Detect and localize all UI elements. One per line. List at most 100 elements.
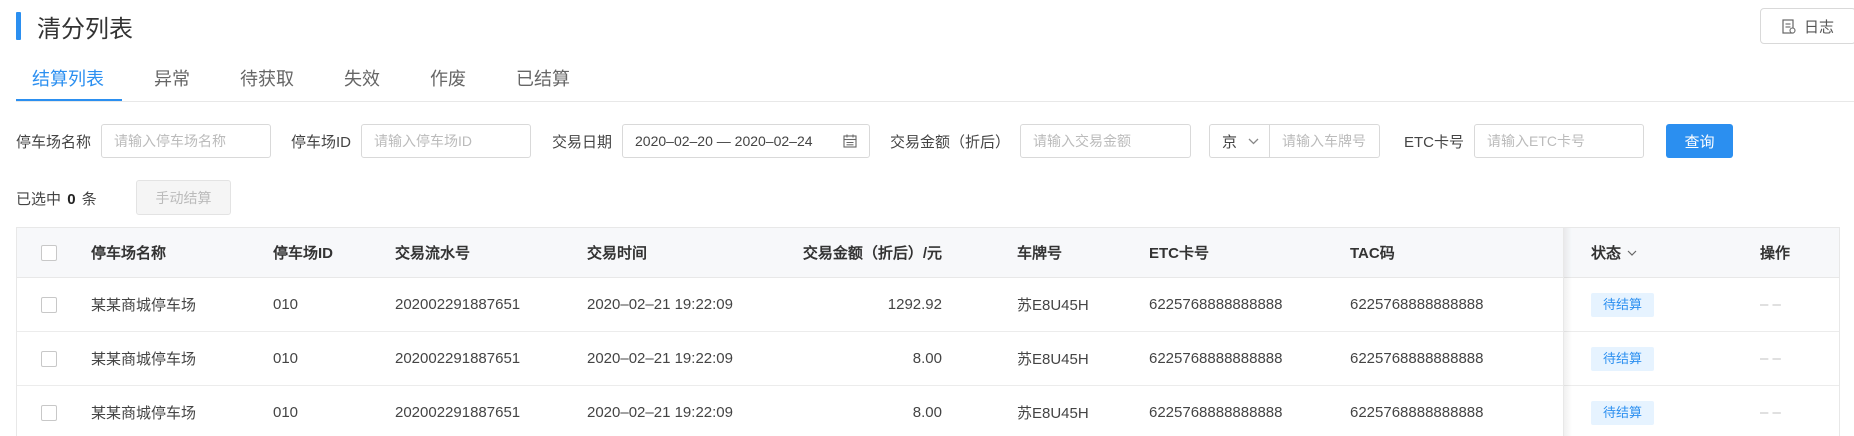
cell-tac: 6225768888888888	[1350, 350, 1484, 367]
tab-bar: 结算列表 异常 待获取 失效 作废 已结算	[16, 60, 588, 102]
cell-plate: 苏E8U45H	[1017, 405, 1089, 422]
parking-name-input[interactable]: 请输入停车场名称	[101, 124, 272, 158]
filter-parking-id: 停车场ID 请输入停车场ID	[291, 124, 532, 158]
plate-province-select[interactable]: 京	[1209, 124, 1269, 158]
chevron-down-icon	[1248, 138, 1259, 144]
col-plate: 车牌号	[1017, 245, 1063, 262]
query-button[interactable]: 查询	[1666, 124, 1733, 158]
parking-id-label: 停车场ID	[291, 133, 352, 151]
selected-suffix: 条	[81, 191, 97, 208]
cell-trade-time: 2020–02–21 19:22:09	[587, 296, 733, 313]
col-operation: 操作	[1760, 245, 1791, 262]
cell-parking-id: 010	[273, 296, 299, 313]
cell-parking-id: 010	[273, 404, 299, 421]
col-parking-id: 停车场ID	[273, 245, 334, 262]
row-checkbox[interactable]	[41, 296, 57, 313]
cell-plate: 苏E8U45H	[1017, 297, 1089, 314]
amount-label: 交易金额（折后）	[890, 133, 1011, 151]
row-checkbox-cell	[41, 386, 57, 436]
cell-status: 待结算	[1591, 332, 1655, 385]
table-row: 某某商城停车场 010 202002291887651 2020–02–21 1…	[17, 386, 1839, 436]
selected-prefix: 已选中	[16, 191, 62, 208]
cell-operation: – –	[1760, 404, 1781, 421]
cell-tac: 6225768888888888	[1350, 404, 1484, 421]
cell-status: 待结算	[1591, 278, 1655, 331]
row-checkbox-cell	[41, 332, 57, 385]
select-all-checkbox[interactable]	[41, 244, 57, 261]
cell-etc: 6225768888888888	[1149, 296, 1283, 313]
tab-exception[interactable]: 异常	[136, 60, 208, 102]
plate-province-value: 京	[1222, 133, 1238, 151]
cell-operation: – –	[1760, 296, 1781, 313]
cell-amount: 8.00	[912, 404, 942, 421]
row-checkbox[interactable]	[41, 404, 57, 421]
settlement-table: 停车场名称 停车场ID 交易流水号 交易时间 交易金额（折后）/元 车牌号 ET…	[16, 227, 1840, 436]
document-icon	[1782, 18, 1796, 34]
cell-plate: 苏E8U45H	[1017, 351, 1089, 368]
cell-amount: 1292.92	[887, 296, 942, 313]
amount-input[interactable]: 请输入交易金额	[1020, 124, 1192, 158]
cell-parking-name: 某某商城停车场	[91, 405, 197, 422]
tab-invalid[interactable]: 失效	[326, 60, 398, 102]
trade-date-value: 2020–02–20 — 2020–02–24	[635, 133, 813, 149]
trade-date-label: 交易日期	[552, 133, 613, 151]
tab-voided[interactable]: 作废	[412, 60, 484, 102]
filter-trade-date: 交易日期 2020–02–20 — 2020–02–24	[552, 124, 871, 158]
trade-date-range-input[interactable]: 2020–02–20 — 2020–02–24	[622, 124, 871, 158]
tab-pending-fetch[interactable]: 待获取	[222, 60, 312, 102]
parking-id-input[interactable]: 请输入停车场ID	[361, 124, 532, 158]
status-badge: 待结算	[1591, 292, 1655, 317]
tabs-divider	[16, 101, 1854, 102]
manual-settle-button[interactable]: 手动结算	[136, 180, 231, 215]
etc-input[interactable]: 请输入ETC卡号	[1474, 124, 1645, 158]
filter-plate: 京 请输入车牌号	[1209, 124, 1380, 158]
cell-tac: 6225768888888888	[1350, 296, 1484, 313]
chevron-down-icon	[1627, 250, 1637, 256]
row-checkbox-cell	[41, 278, 57, 331]
etc-label: ETC卡号	[1404, 133, 1465, 151]
cell-parking-name: 某某商城停车场	[91, 297, 197, 314]
cell-amount: 8.00	[912, 350, 942, 367]
calendar-icon	[843, 134, 857, 148]
cell-operation: – –	[1760, 350, 1781, 367]
tab-settled[interactable]: 已结算	[498, 60, 588, 102]
selected-count-text: 已选中 0 条	[16, 188, 97, 209]
cell-trade-time: 2020–02–21 19:22:09	[587, 404, 733, 421]
col-parking-name: 停车场名称	[91, 245, 167, 262]
col-etc: ETC卡号	[1149, 245, 1210, 262]
cell-serial: 202002291887651	[395, 296, 521, 313]
cell-serial: 202002291887651	[395, 350, 521, 367]
selected-count: 0	[67, 191, 76, 208]
col-serial: 交易流水号	[395, 245, 471, 262]
page-header: 清分列表	[16, 12, 133, 43]
col-trade-time: 交易时间	[587, 245, 648, 262]
tab-settlement-list[interactable]: 结算列表	[16, 60, 122, 102]
log-button[interactable]: 日志	[1760, 8, 1854, 44]
col-status[interactable]: 状态	[1591, 228, 1637, 277]
cell-serial: 202002291887651	[395, 404, 521, 421]
table-row: 某某商城停车场 010 202002291887651 2020–02–21 1…	[17, 332, 1839, 386]
filter-amount: 交易金额（折后） 请输入交易金额	[890, 124, 1192, 158]
cell-parking-id: 010	[273, 350, 299, 367]
cell-trade-time: 2020–02–21 19:22:09	[587, 350, 733, 367]
fixed-column-border	[1563, 228, 1564, 436]
cell-parking-name: 某某商城停车场	[91, 351, 197, 368]
parking-name-label: 停车场名称	[16, 133, 92, 151]
col-tac: TAC码	[1350, 245, 1395, 262]
status-badge: 待结算	[1591, 400, 1655, 425]
cell-etc: 6225768888888888	[1149, 350, 1283, 367]
page-title: 清分列表	[37, 15, 133, 43]
cell-etc: 6225768888888888	[1149, 404, 1283, 421]
col-status-label: 状态	[1591, 245, 1622, 262]
col-amount: 交易金额（折后）/元	[802, 245, 942, 262]
plate-input[interactable]: 请输入车牌号	[1269, 124, 1380, 158]
filter-parking-name: 停车场名称 请输入停车场名称	[16, 124, 272, 158]
row-checkbox[interactable]	[41, 350, 57, 367]
table-header: 停车场名称 停车场ID 交易流水号 交易时间 交易金额（折后）/元 车牌号 ET…	[17, 228, 1839, 278]
select-all-checkbox-cell	[41, 228, 57, 277]
log-button-label: 日志	[1803, 18, 1834, 36]
table-row: 某某商城停车场 010 202002291887651 2020–02–21 1…	[17, 278, 1839, 332]
title-accent-bar	[16, 12, 21, 40]
cell-status: 待结算	[1591, 386, 1655, 436]
filter-etc: ETC卡号 请输入ETC卡号	[1404, 124, 1645, 158]
